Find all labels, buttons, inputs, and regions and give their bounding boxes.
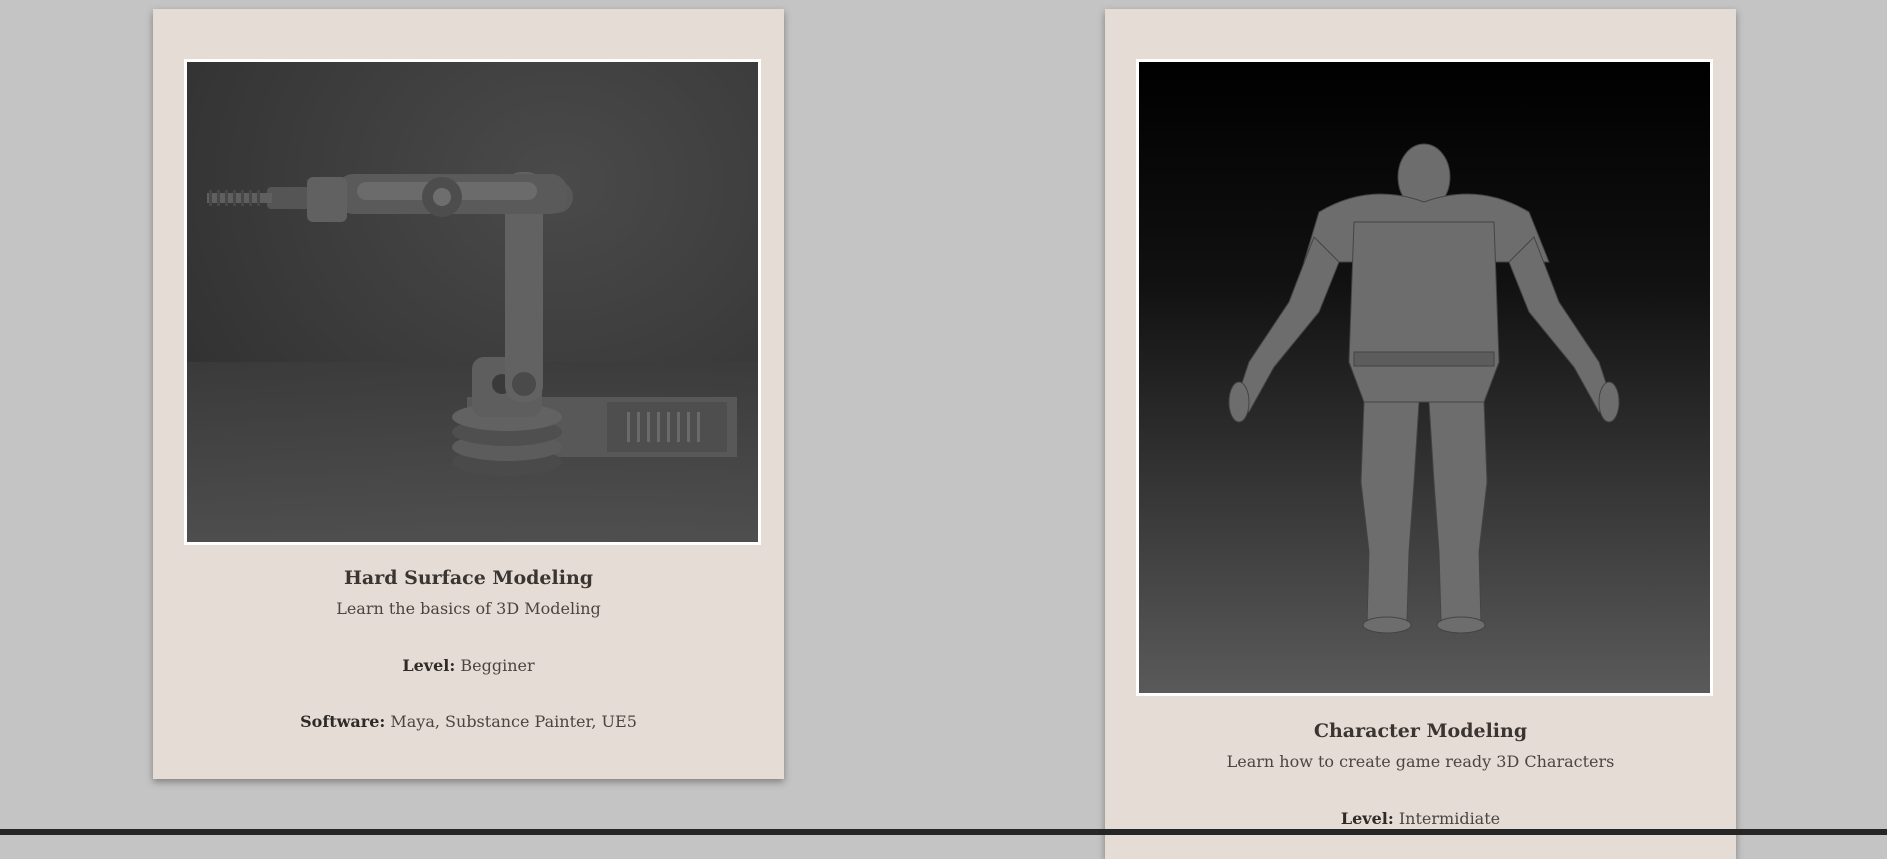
software-value: Maya, Substance Painter, UE5 — [390, 712, 637, 731]
level-value: Begginer — [460, 656, 535, 675]
course-title: Hard Surface Modeling — [343, 567, 594, 589]
course-subtitle: Learn the basics of 3D Modeling — [336, 599, 601, 618]
course-level: Level: Intermidiate — [1105, 809, 1736, 828]
course-card-character[interactable]: Character Modeling Learn how to create g… — [1105, 9, 1736, 859]
course-image-orc-character — [1136, 59, 1713, 696]
bottom-bar — [0, 829, 1887, 835]
course-software: Software: Maya, Substance Painter, UE5 — [153, 712, 784, 731]
robot-arm-render — [187, 62, 758, 542]
course-title: Character Modeling — [1313, 720, 1528, 742]
level-value: Intermidiate — [1398, 809, 1501, 828]
level-label: Level: — [402, 656, 456, 675]
course-card-hard-surface[interactable]: Hard Surface Modeling Learn the basics o… — [153, 9, 784, 779]
course-subtitle: Learn how to create game ready 3D Charac… — [1226, 752, 1615, 771]
software-label: Software: — [300, 712, 386, 731]
course-level: Level: Begginer — [153, 656, 784, 675]
course-image-robot-arm — [184, 59, 761, 545]
orc-character-render — [1139, 62, 1710, 693]
level-label: Level: — [1340, 809, 1394, 828]
